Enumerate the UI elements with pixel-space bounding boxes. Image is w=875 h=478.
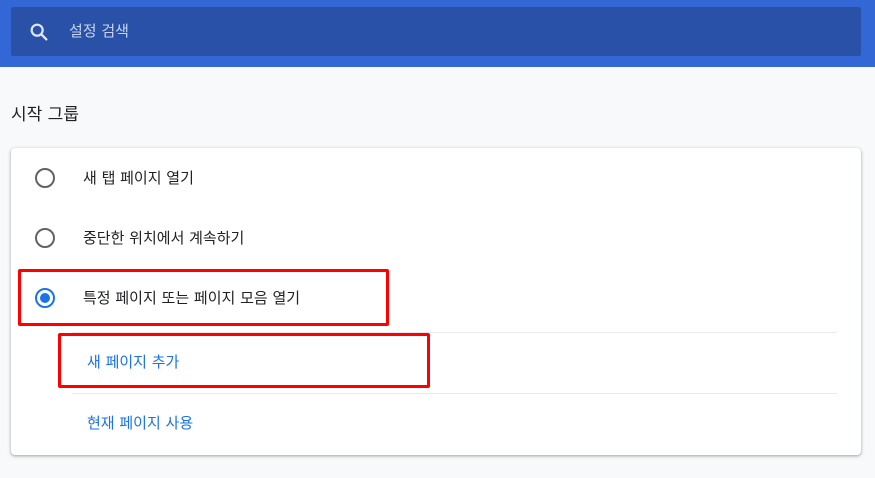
option-label: 특정 페이지 또는 페이지 모음 열기 (83, 289, 301, 307)
option-row-specific-pages[interactable]: 특정 페이지 또는 페이지 모음 열기 (11, 268, 861, 328)
divider (72, 332, 837, 333)
add-page-link[interactable]: 새 페이지 추가 (87, 351, 179, 373)
option-label: 새 탭 페이지 열기 (83, 169, 194, 187)
search-icon[interactable] (28, 21, 50, 43)
section-title: 시작 그룹 (11, 105, 79, 125)
radio-button-specific-pages[interactable] (35, 288, 55, 308)
option-label: 중단한 위치에서 계속하기 (83, 229, 245, 247)
use-current-pages-link[interactable]: 현재 페이지 사용 (87, 412, 193, 434)
option-row-new-tab[interactable]: 새 탭 페이지 열기 (11, 148, 861, 208)
option-row-continue[interactable]: 중단한 위치에서 계속하기 (11, 208, 861, 268)
search-box[interactable]: 설정 검색 (11, 7, 861, 56)
radio-button-new-tab[interactable] (35, 168, 55, 188)
radio-button-continue[interactable] (35, 228, 55, 248)
divider (72, 393, 837, 394)
search-input[interactable]: 설정 검색 (69, 20, 129, 42)
startup-options-card: 새 탭 페이지 열기 중단한 위치에서 계속하기 특정 페이지 또는 페이지 모… (11, 148, 861, 455)
top-bar: 설정 검색 (0, 0, 875, 67)
